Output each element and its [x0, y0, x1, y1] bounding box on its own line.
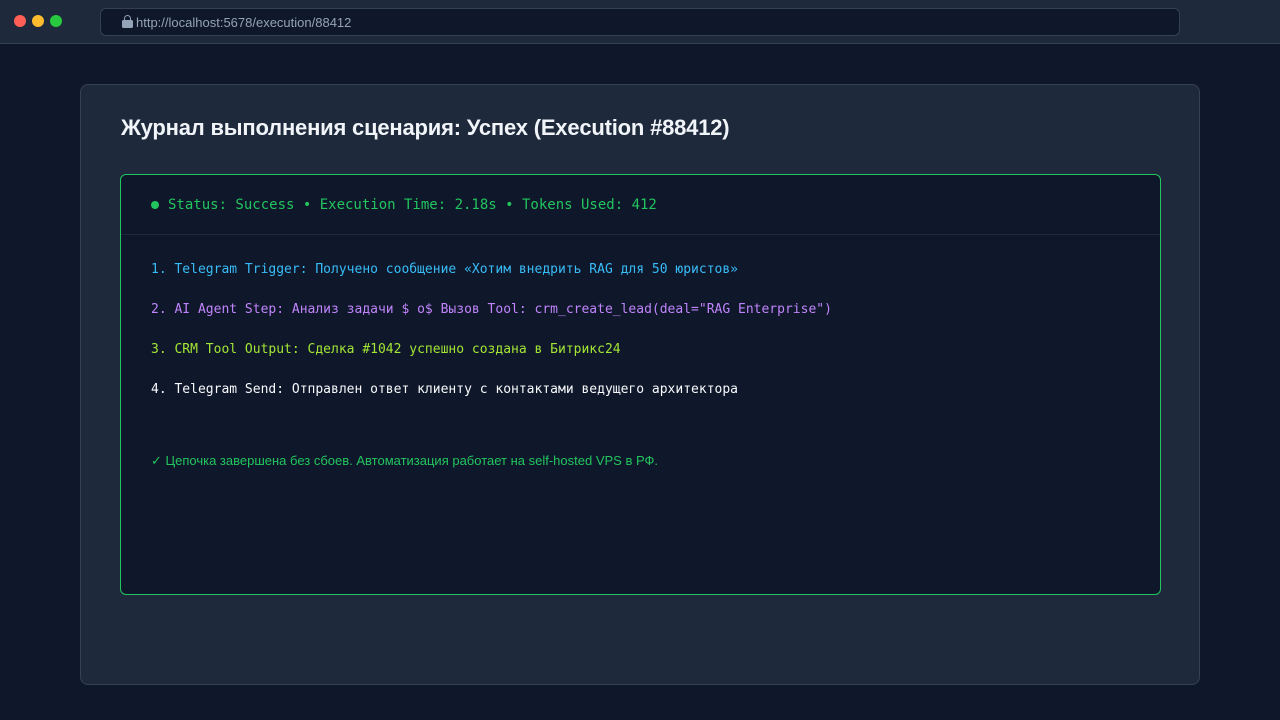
log-line-telegram-trigger: 1. Telegram Trigger: Получено сообщение … — [151, 262, 738, 277]
log-line-telegram-send: 4. Telegram Send: Отправлен ответ клиент… — [151, 382, 738, 397]
execution-log-console: Status: Success • Execution Time: 2.18s … — [120, 174, 1161, 595]
log-line-crm-tool-output: 3. CRM Tool Output: Сделка #1042 успешно… — [151, 342, 621, 357]
url-text: http://localhost:5678/execution/88412 — [136, 14, 352, 30]
close-window-button[interactable] — [14, 15, 26, 27]
status-bar: Status: Success • Execution Time: 2.18s … — [121, 175, 1160, 235]
browser-titlebar: http://localhost:5678/execution/88412 — [0, 0, 1280, 44]
log-line-ai-agent-step: 2. AI Agent Step: Анализ задачи $ o$ Выз… — [151, 302, 832, 317]
status-dot-icon — [151, 200, 159, 209]
address-bar[interactable]: http://localhost:5678/execution/88412 — [100, 8, 1180, 36]
status-text: Status: Success • Execution Time: 2.18s … — [168, 196, 657, 213]
page-title: Журнал выполнения сценария: Успех (Execu… — [121, 115, 730, 140]
lock-icon — [122, 14, 133, 28]
maximize-window-button[interactable] — [50, 15, 62, 27]
minimize-window-button[interactable] — [32, 15, 44, 27]
completion-message: ✓ Цепочка завершена без сбоев. Автоматиз… — [151, 453, 658, 468]
execution-card: Журнал выполнения сценария: Успех (Execu… — [80, 84, 1200, 685]
